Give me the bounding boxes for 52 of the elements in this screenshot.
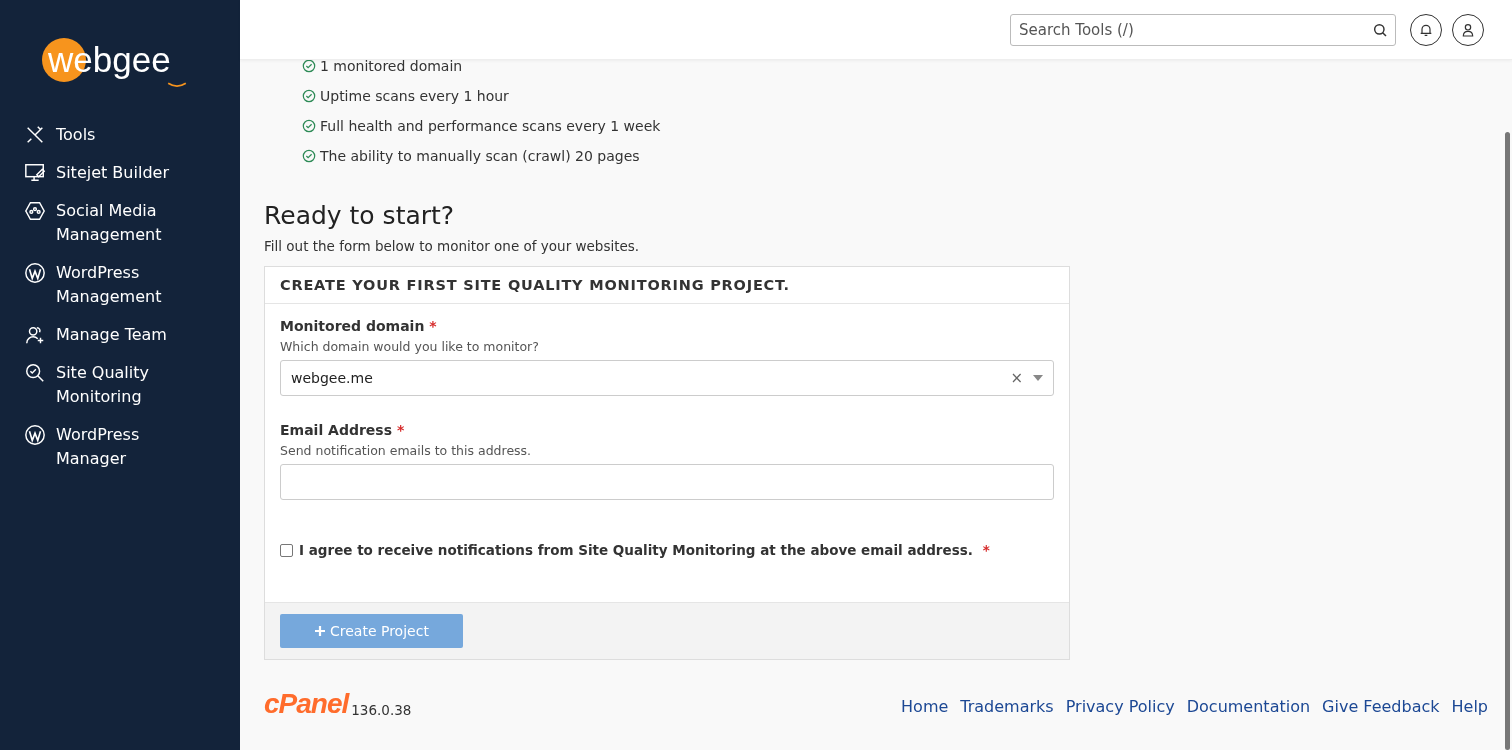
add-user-icon bbox=[24, 324, 46, 346]
help-text: Which domain would you like to monitor? bbox=[280, 339, 540, 354]
feature-text: 1 monitored domain bbox=[320, 60, 463, 74]
footer-link[interactable]: Privacy Policy bbox=[1065, 697, 1175, 716]
feature-text: Uptime scans every 1 hour bbox=[320, 88, 509, 104]
email-field[interactable] bbox=[280, 464, 1054, 500]
sidebar-item[interactable]: Social Media Management bbox=[0, 199, 174, 247]
footer-link[interactable]: Help bbox=[1451, 697, 1488, 716]
wordpress-icon bbox=[24, 424, 46, 446]
scrollbar[interactable] bbox=[1505, 132, 1510, 750]
check-circle-icon bbox=[302, 149, 316, 163]
footer-link[interactable]: Home bbox=[901, 697, 949, 716]
search-icon bbox=[1372, 21, 1388, 38]
feature-text: The ability to manually scan (crawl) 20 pages bbox=[320, 148, 640, 164]
version-text: 136.0.38 bbox=[351, 702, 412, 718]
magnifier-check-icon bbox=[24, 362, 46, 384]
help-text: Send notification emails to this address. bbox=[280, 443, 533, 458]
required-mark: * bbox=[396, 422, 405, 438]
required-mark: * bbox=[429, 318, 437, 334]
user-icon bbox=[1460, 21, 1476, 38]
field-label: Monitored domain bbox=[280, 318, 425, 334]
required-mark: * bbox=[982, 542, 990, 558]
field-label: Email Address bbox=[280, 422, 392, 438]
cpanel-logo: cPanel bbox=[264, 690, 349, 718]
notifications-button[interactable] bbox=[1410, 13, 1442, 46]
domain-select[interactable]: webgee.me × bbox=[280, 360, 1054, 396]
footer-link[interactable]: Give Feedback bbox=[1322, 697, 1440, 716]
sidebar-item[interactable]: Tools bbox=[0, 123, 174, 147]
monitor-icon bbox=[24, 162, 46, 184]
clear-icon[interactable]: × bbox=[1010, 369, 1023, 387]
sidebar-item[interactable]: Site Quality Monitoring bbox=[0, 361, 174, 409]
sidebar-item[interactable]: Sitejet Builder bbox=[0, 161, 174, 185]
sidebar-item[interactable]: WordPress Manager bbox=[0, 423, 174, 471]
wordpress-icon bbox=[24, 262, 46, 284]
feature-text: Full health and performance scans every 1 week bbox=[320, 118, 661, 134]
heading: Ready to start? bbox=[264, 201, 456, 230]
agree-checkbox[interactable] bbox=[280, 543, 293, 557]
sidebar-item[interactable]: Manage Team bbox=[0, 323, 174, 347]
tools-icon bbox=[24, 124, 46, 146]
check-circle-icon bbox=[302, 119, 316, 133]
user-button[interactable] bbox=[1452, 13, 1484, 46]
footer-link[interactable]: Trademarks bbox=[960, 697, 1054, 716]
hexagon-icon bbox=[24, 200, 46, 222]
card-title: CREATE YOUR FIRST SITE QUALITY MONITORING PROJECT. bbox=[265, 267, 1069, 304]
plus-icon bbox=[314, 625, 326, 637]
check-circle-icon bbox=[302, 89, 316, 103]
search-field[interactable]: Search Tools (/) bbox=[1010, 13, 1396, 46]
agree-label: I agree to receive notifications from Site Quality Monitoring at the above email address. bbox=[299, 542, 973, 558]
intro-text: Fill out the form below to monitor one of your websites. bbox=[264, 238, 641, 254]
footer-link[interactable]: Documentation bbox=[1186, 697, 1311, 716]
sidebar-item[interactable]: WordPress Management bbox=[0, 261, 174, 309]
caret-icon bbox=[1033, 375, 1043, 381]
